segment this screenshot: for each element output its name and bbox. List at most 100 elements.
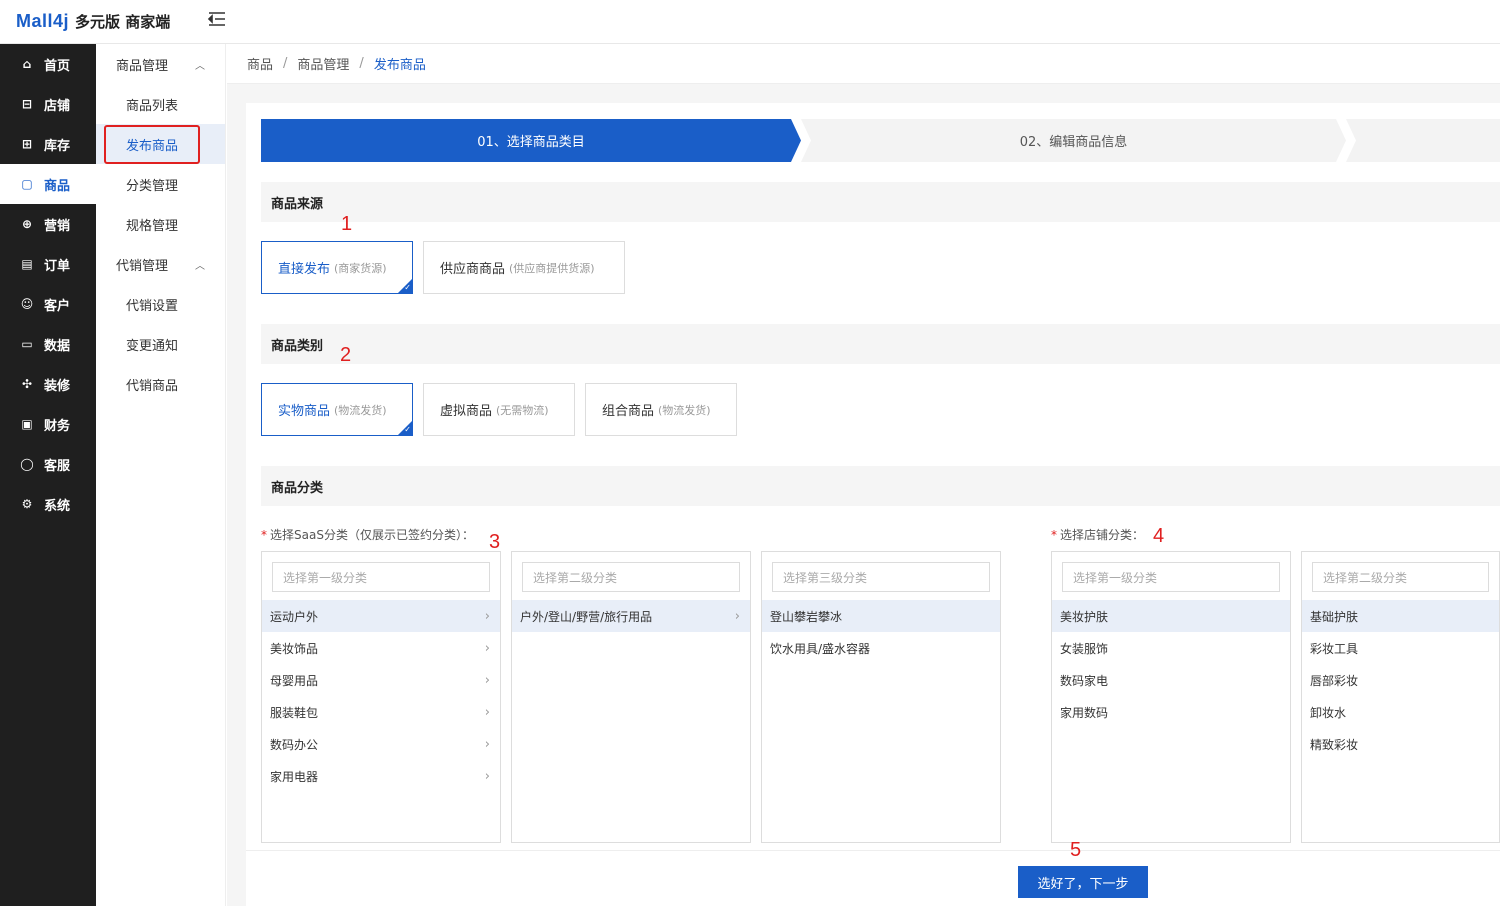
category-option-label: 彩妆工具 [1310,641,1359,656]
brand-name: Mall4j [16,11,70,31]
required-star: * [261,528,267,542]
settings-icon: ⚙ [21,497,33,511]
subnav-item-change-notice[interactable]: 变更通知 [96,324,225,364]
subnav-item-consign-goods[interactable]: 代销商品 [96,364,225,404]
option-label: 实物商品 [278,404,331,419]
source-option-supplier[interactable]: 供应商商品 (供应商提供货源) [423,241,625,294]
category-panel: 选择第一级分类美妆护肤女装服饰数码家电 家用数码 [1051,551,1291,843]
type-option-combo[interactable]: 组合商品 (物流发货) [585,383,737,436]
data-icon: ▭ [21,337,33,351]
check-icon: ✓ [404,425,411,434]
category-option[interactable]: 饮水用具/盛水容器 [762,632,1000,664]
category-option[interactable]: 基础护肤 [1302,600,1499,632]
sidebar-item[interactable]: ▤ 订单 [0,244,96,284]
option-label: 供应商商品 [440,262,506,277]
stock-icon: ⊞ [21,137,33,151]
step-3 [1346,119,1500,162]
sidebar-item[interactable]: ◯ 客服 [0,444,96,484]
category-option-label: 女装服饰 [1060,641,1109,656]
category-option[interactable]: 户外/登山/野营/旅行用品 › [512,600,750,632]
category-option-label: 运动户外 [270,609,319,624]
breadcrumb-item[interactable]: 商品管理 [297,54,349,73]
step-2: 02、编辑商品信息 [801,119,1346,162]
category-option[interactable]: 数码办公 › [262,728,500,760]
category-option[interactable]: 精致彩妆 [1302,728,1499,760]
sidebar-item[interactable]: ⊟ 店铺 [0,84,96,124]
category-search-input[interactable]: 选择第一级分类 [1062,562,1280,592]
sidebar-item[interactable]: ⊞ 库存 [0,124,96,164]
source-option-direct[interactable]: 直接发布 (商家货源) ✓ [261,241,413,294]
finance-icon: ▣ [21,417,33,431]
service-icon: ◯ [20,457,34,471]
category-option[interactable]: 服装鞋包 › [262,696,500,728]
category-option-label: 精致彩妆 [1310,737,1359,752]
subnav-item-spec[interactable]: 规格管理 [96,204,225,244]
category-search-input[interactable]: 选择第一级分类 [272,562,490,592]
type-option-virtual[interactable]: 虚拟商品 (无需物流) [423,383,575,436]
sidebar-item[interactable]: ☺ 客户 [0,284,96,324]
menu-collapse-icon[interactable] [207,10,227,28]
subnav-group-consign[interactable]: 代销管理 ︿ [96,244,225,284]
category-option[interactable]: 运动户外 › [262,600,500,632]
sidebar-item-label: 营销 [44,218,71,234]
category-search-input[interactable]: 选择第三级分类 [772,562,990,592]
sidebar-item[interactable]: ⊕ 营销 [0,204,96,244]
category-option-label: 服装鞋包 [270,705,319,720]
subnav-item-label: 发布商品 [104,124,201,164]
chevron-right-icon: › [484,736,490,752]
option-hint: (无需物流) [496,403,549,417]
category-panel: 选择第二级分类 户外/登山/野营/旅行用品 › [511,551,751,843]
chevron-right-icon: › [484,768,490,784]
option-hint: (商家货源) [334,261,387,275]
category-search-input[interactable]: 选择第二级分类 [522,562,740,592]
category-option[interactable]: 登山攀岩攀冰 [762,600,1000,632]
sidebar-item[interactable]: ⚙ 系统 [0,484,96,524]
sidebar-item[interactable]: ▢ 商品 [0,164,96,204]
subnav-item-label: 规格管理 [126,218,179,234]
sidebar-item-label: 数据 [44,338,71,354]
subnav-group-goods[interactable]: 商品管理 ︿ [96,44,225,84]
logo: Mall4j 多元版 商家端 [16,11,170,32]
breadcrumb-item[interactable]: 商品 [247,54,273,73]
category-option[interactable]: 母婴用品 › [262,664,500,696]
category-option[interactable]: 家用电器 › [262,760,500,792]
category-option-label: 基础护肤 [1310,609,1359,624]
subnav-item-goods-list[interactable]: 商品列表 [96,84,225,124]
sidebar-item[interactable]: ✣ 装修 [0,364,96,404]
subnav-item-consign-settings[interactable]: 代销设置 [96,284,225,324]
category-panel: 选择第三级分类登山攀岩攀冰饮水用具/盛水容器 [761,551,1001,843]
next-step-button[interactable]: 选好了，下一步 [1018,866,1148,898]
decorate-icon: ✣ [21,377,33,391]
chevron-right-icon: › [484,608,490,624]
sidebar-item[interactable]: ▭ 数据 [0,324,96,364]
category-option-label: 饮水用具/盛水容器 [770,641,871,656]
brand-subtitle: 多元版 商家端 [75,13,171,31]
category-option[interactable]: 彩妆工具 [1302,632,1499,664]
subnav-item-label: 代销设置 [126,298,179,314]
category-option[interactable]: 数码家电 [1052,664,1290,696]
sidebar-item[interactable]: ⌂ 首页 [0,44,96,84]
chevron-right-icon: › [484,704,490,720]
sidebar-item-label: 店铺 [44,98,71,114]
chevron-right-icon: › [484,672,490,688]
shop-category-label-text: 选择店铺分类： [1060,528,1145,542]
category-option[interactable]: 美妆护肤 [1052,600,1290,632]
sidebar-item[interactable]: ▣ 财务 [0,404,96,444]
category-option[interactable]: 家用数码 [1052,696,1290,728]
category-option-label: 登山攀岩攀冰 [770,609,843,624]
annotation-number: 4 [1153,525,1165,547]
type-option-physical[interactable]: 实物商品 (物流发货) ✓ [261,383,413,436]
breadcrumb-current: 发布商品 [373,58,426,73]
section-title-category: 商品分类 [261,466,1500,506]
category-option[interactable]: 卸妆水 [1302,696,1499,728]
category-option[interactable]: 美妆饰品 › [262,632,500,664]
category-search-input[interactable]: 选择第二级分类 [1312,562,1489,592]
category-option[interactable]: 女装服饰 [1052,632,1290,664]
category-option[interactable]: 唇部彩妆 [1302,664,1499,696]
customer-icon: ☺ [20,297,34,311]
subnav-item-category[interactable]: 分类管理 [96,164,225,204]
category-option-label: 户外/登山/野营/旅行用品 [520,609,653,624]
subnav-item-publish[interactable]: 发布商品 [96,124,225,164]
category-option-label: 美妆护肤 [1060,609,1109,624]
category-option-label: 母婴用品 [270,673,319,688]
